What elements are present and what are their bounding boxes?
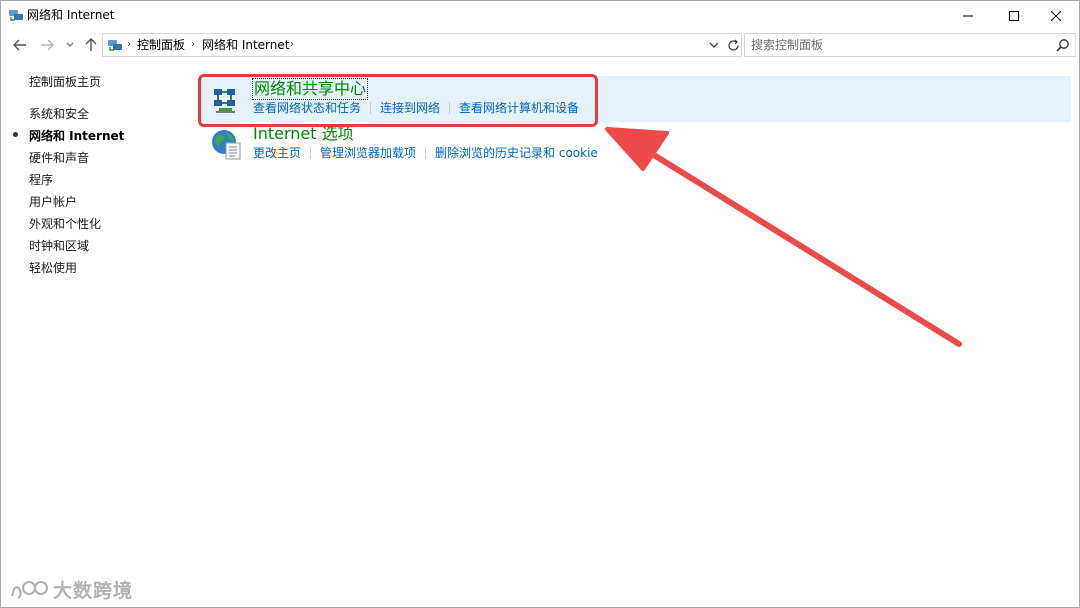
up-button[interactable] <box>82 36 100 54</box>
refresh-icon <box>727 39 739 51</box>
maximize-icon <box>1009 10 1019 21</box>
left-nav-programs[interactable]: 程序 <box>29 172 53 188</box>
forward-button[interactable] <box>38 36 56 54</box>
left-nav-user-accounts[interactable]: 用户帐户 <box>29 194 77 210</box>
link-change-homepage[interactable]: 更改主页 <box>253 145 301 161</box>
chevron-right-icon[interactable]: › <box>127 39 131 50</box>
link-manage-addons[interactable]: 管理浏览器加载项 <box>320 145 416 161</box>
title-bar: 网络和 Internet <box>1 1 1079 30</box>
address-dropdown-button[interactable] <box>707 38 721 52</box>
navigation-bar: › 控制面板 › 网络和 Internet › <box>1 30 1079 60</box>
left-nav-appearance[interactable]: 外观和个性化 <box>29 216 101 232</box>
left-nav-ease-of-access[interactable]: 轻松使用 <box>29 260 77 276</box>
maximize-button[interactable] <box>991 1 1037 30</box>
link-delete-history[interactable]: 删除浏览的历史记录和 cookie <box>435 145 598 161</box>
arrow-up-icon <box>85 38 97 51</box>
left-nav-network-internet[interactable]: 网络和 Internet <box>29 128 124 144</box>
close-icon <box>1051 10 1061 21</box>
breadcrumb-control-panel[interactable]: 控制面板 <box>137 38 185 53</box>
window-title: 网络和 Internet <box>27 8 115 22</box>
chevron-right-icon[interactable]: › <box>290 39 294 50</box>
category-title-internet-options[interactable]: Internet 选项 <box>253 124 354 144</box>
left-nav-hardware-sound[interactable]: 硬件和声音 <box>29 150 89 166</box>
active-bullet-icon <box>13 132 18 137</box>
arrow-left-icon <box>13 39 26 51</box>
arrow-right-icon <box>41 39 54 51</box>
left-nav-system-security[interactable]: 系统和安全 <box>29 106 89 122</box>
network-folder-icon <box>8 7 24 23</box>
chevron-down-icon <box>66 42 74 47</box>
minimize-icon <box>963 15 973 16</box>
watermark-logo-icon <box>11 581 48 599</box>
internet-options-globe-icon[interactable] <box>209 127 243 161</box>
search-icon[interactable] <box>1056 38 1070 52</box>
watermark: 大数跨境 <box>9 575 133 603</box>
breadcrumb-network-internet[interactable]: 网络和 Internet <box>202 38 289 53</box>
category-links: 更改主页 管理浏览器加载项 删除浏览的历史记录和 cookie <box>253 145 598 161</box>
chevron-right-icon[interactable]: › <box>191 39 195 50</box>
control-panel-window: 网络和 Internet › 控制面板 › 网络和 Internet › 搜索控… <box>0 0 1080 608</box>
control-panel-icon <box>107 37 123 53</box>
watermark-text: 大数跨境 <box>53 579 134 602</box>
search-box[interactable] <box>744 33 1076 57</box>
link-divider <box>425 147 427 159</box>
address-bar[interactable]: › 控制面板 › 网络和 Internet › <box>102 33 742 57</box>
left-nav-control-panel-home[interactable]: 控制面板主页 <box>29 74 101 90</box>
close-button[interactable] <box>1033 1 1079 30</box>
category-internet-options[interactable]: Internet 选项 更改主页 管理浏览器加载项 删除浏览的历史记录和 coo… <box>201 121 1071 167</box>
link-divider <box>310 147 312 159</box>
annotation-highlight-box <box>198 74 598 127</box>
minimize-button[interactable] <box>945 1 991 30</box>
left-navigation: 控制面板主页 系统和安全 网络和 Internet 硬件和声音 程序 用户帐户 … <box>1 61 191 361</box>
refresh-button[interactable] <box>725 37 741 53</box>
left-nav-clock-region[interactable]: 时钟和区域 <box>29 238 89 254</box>
search-input[interactable] <box>751 37 1051 53</box>
recent-locations-button[interactable] <box>63 36 77 54</box>
back-button[interactable] <box>11 36 29 54</box>
chevron-down-icon <box>709 42 719 48</box>
